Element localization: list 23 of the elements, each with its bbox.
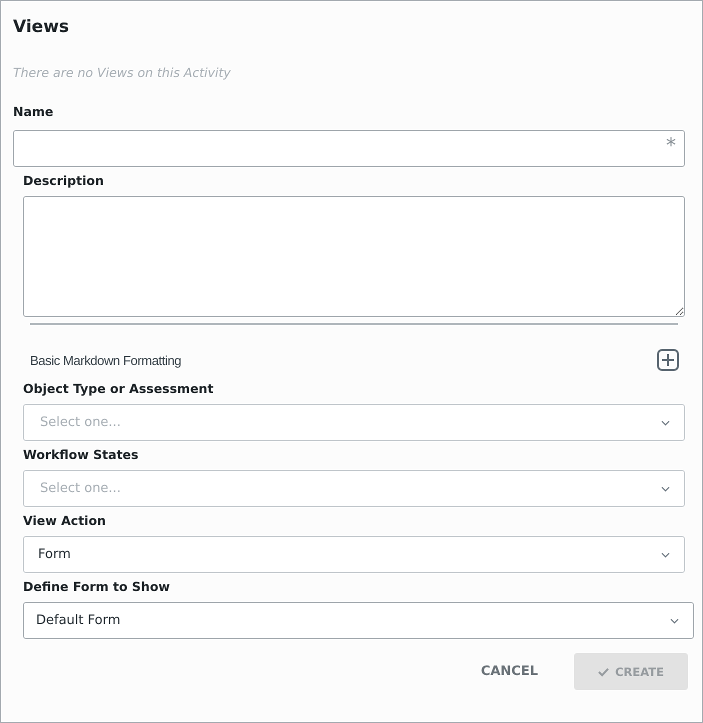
- field-label: Name: [13, 104, 54, 121]
- chevron-icon: [670, 618, 679, 624]
- chevron-icon: [661, 486, 670, 492]
- field-label: View Action: [23, 513, 107, 530]
- expand-icon[interactable]: [657, 349, 679, 371]
- dropdown-field[interactable]: Default Form: [23, 602, 694, 639]
- chevron-icon: [661, 420, 670, 426]
- field-label: Description: [23, 173, 105, 190]
- dropdown-field[interactable]: Select one...: [23, 470, 685, 507]
- check-icon: [598, 666, 610, 676]
- chevron-icon: [661, 552, 670, 558]
- field-label: Object Type or Assessment: [23, 381, 214, 398]
- empty-message: There are no Views on this Activity: [13, 65, 232, 80]
- cancel-button[interactable]: CANCEL: [480, 656, 538, 687]
- required-mark: *: [666, 133, 676, 157]
- dropdown-field[interactable]: Select one...: [23, 404, 685, 441]
- description-field[interactable]: [23, 196, 685, 317]
- dropdown-field[interactable]: Form: [23, 536, 685, 573]
- panel-title: Views: [13, 17, 70, 37]
- name-field[interactable]: *: [13, 130, 685, 167]
- field-label: Define Form to Show: [23, 579, 171, 596]
- field-label: Workflow States: [23, 447, 140, 464]
- markdown-help-label: Basic Markdown Formatting: [29, 352, 182, 368]
